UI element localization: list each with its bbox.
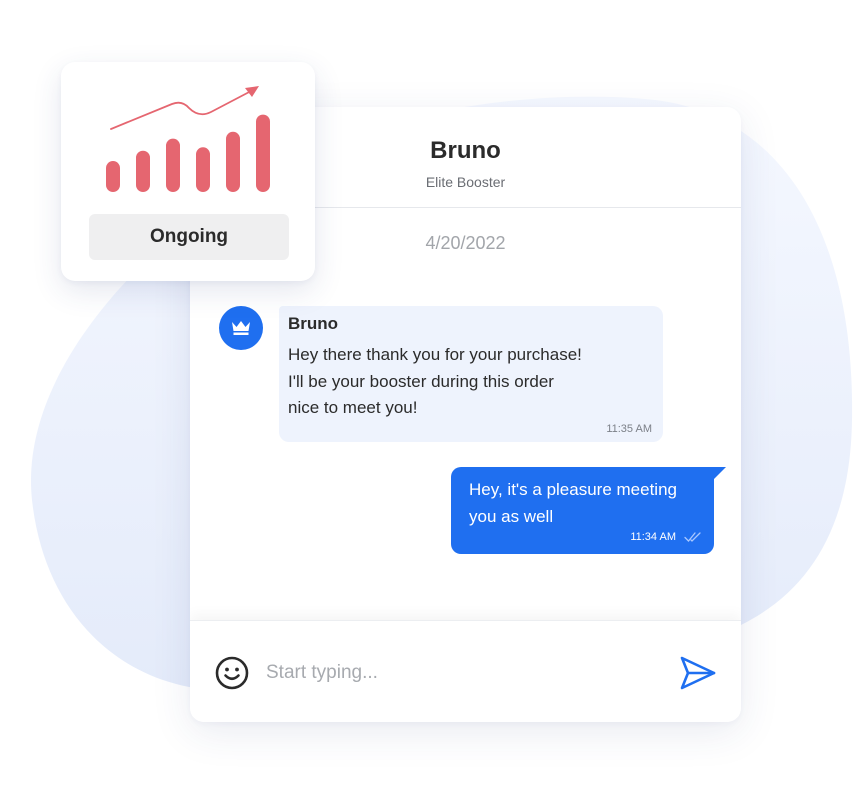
message-timestamp: 11:34 AM xyxy=(630,531,676,543)
trend-arrow-icon xyxy=(110,89,254,130)
message-text-line: nice to meet you! xyxy=(288,398,418,417)
chart-bar xyxy=(166,138,180,192)
message-text-line: Hey there thank you for your purchase! xyxy=(288,345,582,364)
chart-bar xyxy=(256,114,270,192)
message-text-line: Hey, it's a pleasure meeting xyxy=(469,480,677,499)
message-text-line: you as well xyxy=(469,507,554,526)
message-sender: Bruno xyxy=(288,314,339,333)
paper-plane-icon[interactable] xyxy=(679,654,717,692)
bubble-tail xyxy=(712,467,726,481)
chart-bar xyxy=(136,150,150,192)
avatar[interactable] xyxy=(219,306,263,350)
message-text-line: I'll be your booster during this order xyxy=(288,372,554,391)
order-status-card: Ongoing xyxy=(61,62,315,281)
outgoing-message: Hey, it's a pleasure meeting you as well… xyxy=(451,467,726,554)
incoming-message: Bruno Hey there thank you for your purch… xyxy=(279,306,663,442)
crown-icon xyxy=(232,321,250,335)
growth-chart xyxy=(106,86,270,192)
chart-bar xyxy=(106,161,120,192)
arrow-head xyxy=(245,86,259,97)
status-badge: Ongoing xyxy=(89,214,289,260)
chart-bar xyxy=(226,131,240,192)
chart-bar xyxy=(196,147,210,192)
message-composer xyxy=(190,620,741,722)
message-timestamp: 11:35 AM xyxy=(606,423,652,435)
double-check-icon xyxy=(684,532,701,542)
smiley-icon[interactable] xyxy=(215,656,249,690)
message-input[interactable] xyxy=(266,657,666,689)
